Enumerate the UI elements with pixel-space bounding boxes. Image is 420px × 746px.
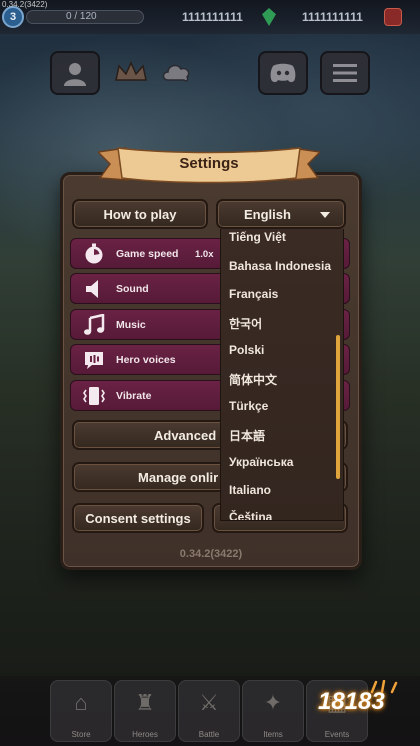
consent-settings-button[interactable]: Consent settings — [72, 503, 204, 533]
language-option[interactable]: 한국어 — [229, 315, 262, 332]
vibrate-label: Vibrate — [116, 390, 152, 402]
speech-bubble-icon — [85, 352, 103, 369]
game-speed-label: Game speed — [116, 248, 179, 260]
build-version-corner: 0.34.2(3422) — [2, 0, 48, 9]
player-level-badge[interactable]: 3 — [2, 6, 24, 28]
language-option[interactable]: Italiano — [229, 483, 271, 497]
hero-voices-label: Hero voices — [116, 354, 176, 366]
nav-items-label: Items — [263, 730, 283, 739]
game-speed-value: 1.0x — [195, 249, 214, 260]
items-icon: ✦ — [263, 690, 283, 715]
language-option[interactable]: Čeština — [229, 510, 272, 520]
cloud-icon[interactable] — [160, 58, 194, 86]
speaker-icon — [86, 280, 98, 298]
watermark-sparkle-icon — [370, 680, 398, 694]
how-to-play-button[interactable]: How to play — [72, 199, 208, 229]
music-label: Music — [116, 319, 146, 331]
language-option[interactable]: Українська — [229, 455, 293, 469]
music-note-icon — [84, 314, 105, 335]
nav-events-label: Events — [324, 730, 350, 739]
vibrate-icon — [83, 387, 105, 405]
hamburger-menu-icon — [333, 64, 357, 82]
nav-heroes-label: Heroes — [132, 730, 158, 739]
nav-battle-label: Battle — [198, 730, 220, 739]
language-dropdown-list[interactable]: Tiếng Việt Bahasa Indonesia Français 한국어… — [220, 229, 344, 521]
dropdown-scrollbar[interactable] — [336, 335, 340, 479]
ruby-icon[interactable] — [384, 8, 402, 26]
discord-button[interactable] — [258, 51, 308, 95]
stopwatch-icon — [85, 243, 103, 264]
language-option[interactable]: Tiếng Việt — [229, 230, 286, 244]
language-option[interactable]: 日本語 — [229, 427, 265, 444]
version-label: 0.34.2(3422) — [179, 548, 243, 560]
xp-text: 0 / 120 — [66, 11, 97, 22]
gold-amount: 1111111111 — [302, 10, 363, 24]
store-icon: ⌂ — [74, 690, 88, 715]
profile-button[interactable] — [50, 51, 100, 95]
discord-icon — [270, 63, 296, 83]
helmet-icon: ♜ — [135, 690, 155, 715]
language-select[interactable]: English — [216, 199, 346, 229]
gems-amount: 1111111111 — [182, 10, 243, 24]
top-bar: 3 0 / 120 1111111111 1111111111 — [0, 0, 420, 34]
chevron-down-icon — [320, 212, 330, 218]
sound-label: Sound — [116, 283, 149, 295]
nav-store-label: Store — [71, 730, 91, 739]
language-option[interactable]: Polski — [229, 343, 264, 357]
gem-icon[interactable] — [262, 8, 276, 26]
crown-icon[interactable] — [114, 60, 148, 84]
profile-icon — [64, 63, 86, 86]
crossed-swords-icon: ⚔ — [199, 690, 219, 715]
language-option[interactable]: Français — [229, 287, 278, 301]
language-option[interactable]: 简体中文 — [229, 371, 277, 388]
menu-button[interactable] — [320, 51, 370, 95]
settings-title: Settings — [179, 155, 239, 172]
language-option[interactable]: Bahasa Indonesia — [229, 259, 331, 273]
language-option[interactable]: Türkçe — [229, 399, 268, 413]
language-selected-label: English — [244, 206, 291, 222]
